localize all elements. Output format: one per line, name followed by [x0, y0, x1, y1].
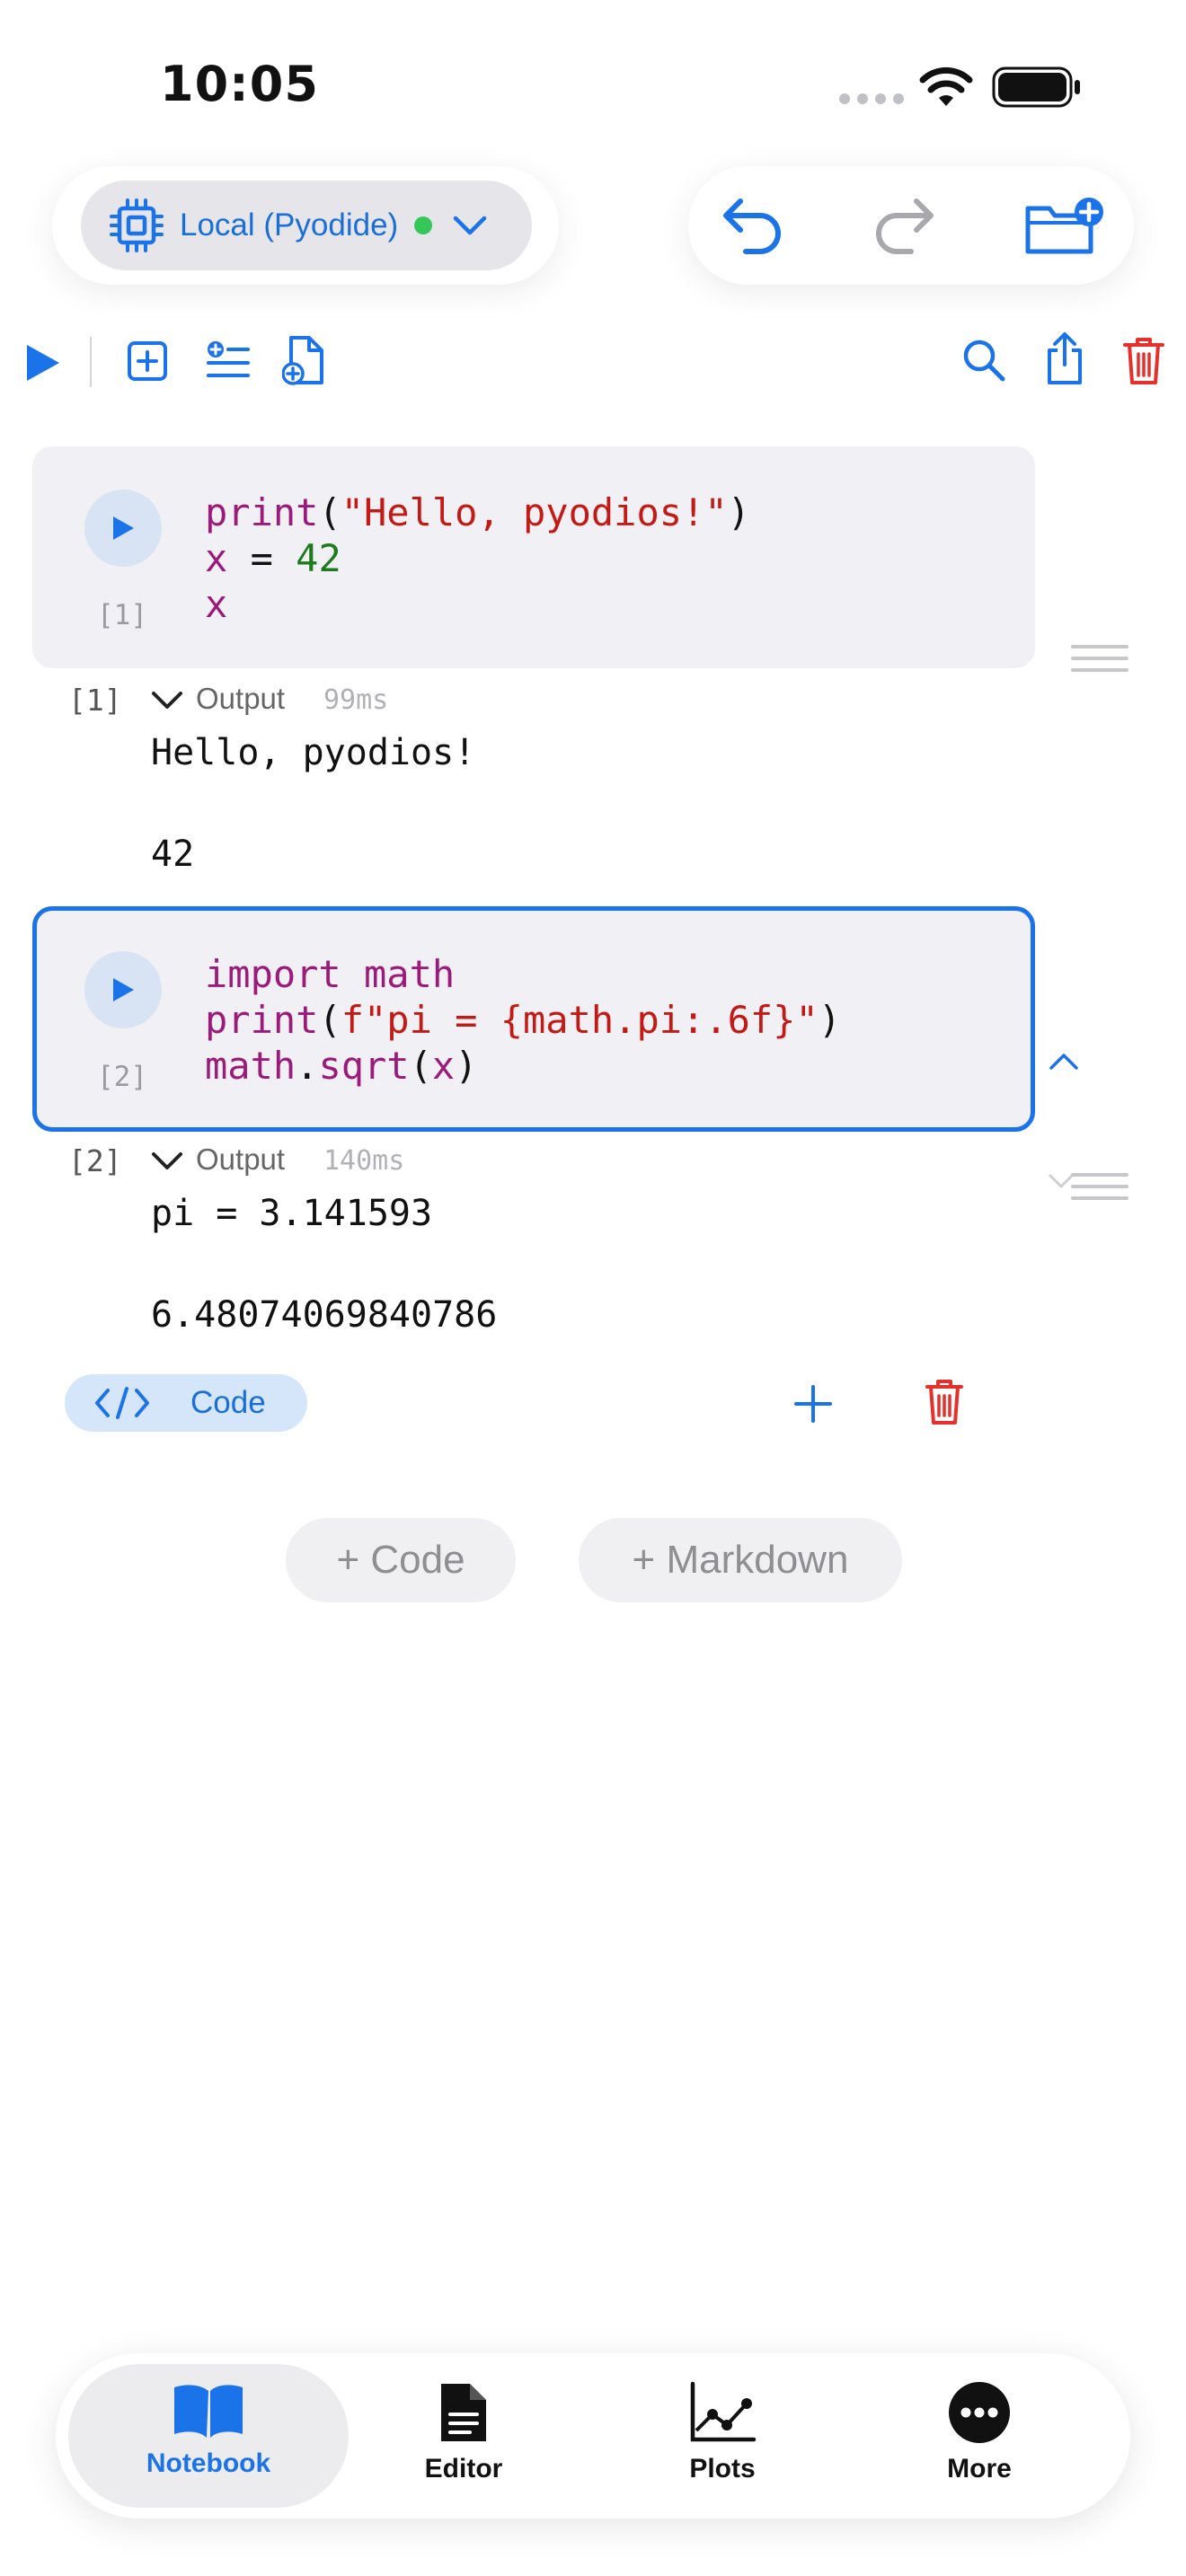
- insert-below-icon[interactable]: [205, 340, 252, 383]
- chevron-down-icon[interactable]: [151, 1151, 183, 1172]
- battery-icon: [992, 66, 1080, 108]
- cellular-signal-icon: [839, 93, 904, 104]
- kernel-label: Local (Pyodide): [180, 207, 399, 243]
- play-icon: [113, 978, 134, 1001]
- add-code-cell-button[interactable]: + Code: [286, 1518, 516, 1602]
- run-cell-button[interactable]: [84, 490, 162, 567]
- output-toggle-label[interactable]: Output: [196, 1142, 285, 1177]
- undo-icon[interactable]: [721, 194, 785, 257]
- execution-count: [1]: [97, 599, 147, 631]
- trash-icon[interactable]: [1121, 334, 1166, 386]
- tab-notebook[interactable]: Notebook: [119, 2380, 298, 2479]
- run-all-icon[interactable]: [23, 341, 63, 384]
- share-icon[interactable]: [1042, 331, 1087, 386]
- new-document-icon[interactable]: [282, 334, 327, 388]
- status-time: 10:05: [160, 56, 319, 112]
- kernel-selector-button[interactable]: Local (Pyodide): [81, 181, 532, 270]
- execution-count: [2]: [97, 1061, 147, 1093]
- search-icon[interactable]: [961, 338, 1006, 383]
- cell-type-selector[interactable]: Code: [65, 1374, 307, 1432]
- output-duration: 99ms: [323, 684, 389, 716]
- play-icon: [113, 516, 134, 540]
- drag-handle-icon[interactable]: [1071, 1173, 1128, 1200]
- code-editor[interactable]: import math print(f"pi = {math.pi:.6f}")…: [205, 951, 841, 1089]
- add-markdown-cell-button[interactable]: + Markdown: [579, 1518, 902, 1602]
- tab-label: Plots: [689, 2454, 756, 2483]
- output-count: [2]: [68, 1143, 122, 1178]
- output-line: Hello, pyodios!: [151, 732, 476, 773]
- add-cell-icon[interactable]: [126, 340, 169, 383]
- cpu-chip-icon: [110, 198, 164, 252]
- output-duration: 140ms: [323, 1145, 405, 1177]
- wifi-icon: [919, 66, 973, 106]
- book-icon: [174, 2385, 243, 2438]
- chart-icon: [690, 2381, 757, 2442]
- chevron-up-icon[interactable]: [1048, 1051, 1080, 1072]
- output-line: 6.48074069840786: [151, 1294, 498, 1336]
- output-toggle-label[interactable]: Output: [196, 682, 285, 716]
- tab-label: Editor: [424, 2454, 503, 2483]
- output-count: [1]: [68, 683, 122, 718]
- tab-editor[interactable]: Editor: [374, 2380, 553, 2484]
- delete-cell-icon[interactable]: [924, 1376, 965, 1426]
- redo-icon[interactable]: [872, 194, 936, 257]
- drag-handle-icon[interactable]: [1071, 645, 1128, 672]
- cell-type-label: Code: [190, 1385, 266, 1420]
- add-icon[interactable]: [792, 1383, 834, 1425]
- toolbar-divider: [90, 337, 92, 387]
- tab-plots[interactable]: Plots: [633, 2380, 812, 2484]
- chevron-down-icon[interactable]: [151, 690, 183, 711]
- output-line: pi = 3.141593: [151, 1193, 433, 1234]
- document-icon: [441, 2384, 486, 2441]
- output-line: 42: [151, 834, 195, 875]
- ellipsis-icon: [949, 2382, 1010, 2443]
- tab-label: Notebook: [146, 2448, 271, 2478]
- kernel-status-dot: [414, 216, 433, 234]
- tab-more[interactable]: More: [890, 2380, 1069, 2484]
- run-cell-button[interactable]: [84, 951, 162, 1028]
- code-brackets-icon: [95, 1387, 149, 1419]
- new-folder-icon[interactable]: [1024, 196, 1105, 257]
- chevron-down-icon: [453, 216, 487, 235]
- tab-label: More: [947, 2454, 1012, 2483]
- code-editor[interactable]: print("Hello, pyodios!") x = 42 x: [205, 490, 750, 627]
